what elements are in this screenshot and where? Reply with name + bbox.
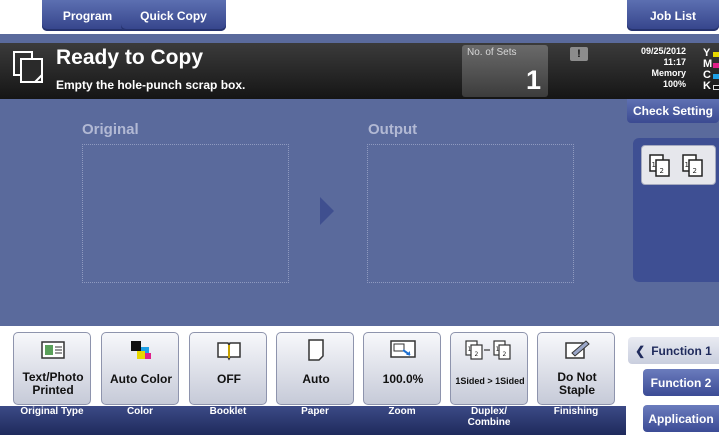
number-of-sets-value: 1 [525, 65, 541, 95]
booklet-value: OFF [217, 372, 241, 386]
quick-copy-tab[interactable]: Quick Copy [121, 0, 226, 31]
arrow-right-icon [320, 197, 334, 225]
toner-black-bar [713, 85, 719, 90]
zoom-caption: Zoom [388, 406, 416, 417]
original-type-value: Text/Photo Printed [22, 370, 84, 397]
original-type-button[interactable]: Text/Photo Printed [13, 332, 91, 405]
function-1-button[interactable]: ❮ Function 1 [628, 337, 719, 364]
copy-icon [13, 51, 43, 83]
status-message: Empty the hole-punch scrap box. [56, 78, 246, 92]
original-preview-box [82, 144, 289, 283]
device-info-panel: 09/25/2012 11:17 Memory 100% Y M C K [626, 43, 719, 99]
duplex-indicator[interactable]: 1 2 1 2 [641, 145, 716, 185]
svg-text:1: 1 [685, 161, 689, 169]
program-tab[interactable]: Program [42, 0, 133, 31]
chevron-left-icon: ❮ [635, 343, 646, 358]
paper-value: Auto [302, 372, 330, 386]
status-title: Ready to Copy [56, 46, 204, 69]
original-type-caption: Original Type [20, 406, 84, 417]
toner-yellow-bar [713, 52, 719, 57]
zoom-value: 100.0% [382, 372, 424, 386]
time-readout: 11:17 [663, 57, 686, 67]
svg-text:1: 1 [468, 346, 472, 353]
duplex-icon: 1 2 1 2 [465, 340, 511, 360]
svg-text:2: 2 [660, 167, 664, 175]
alert-icon[interactable]: ! [570, 47, 588, 61]
paper-button[interactable]: Auto [276, 332, 354, 405]
toner-magenta-bar [713, 63, 719, 68]
booklet-caption: Booklet [209, 406, 247, 417]
toner-black-label: K [703, 80, 711, 92]
memory-label: Memory [651, 68, 686, 78]
booklet-button[interactable]: OFF [189, 332, 267, 405]
copy-screen: Program Quick Copy Job List Ready to Cop… [0, 0, 719, 435]
color-icon [131, 341, 151, 359]
paper-caption: Paper [301, 406, 329, 417]
date-readout: 09/25/2012 [640, 46, 686, 56]
svg-text:2: 2 [693, 167, 697, 175]
zoom-icon [390, 340, 416, 358]
original-type-icon [41, 341, 65, 359]
booklet-icon [217, 342, 241, 361]
memory-value: 100% [662, 79, 686, 89]
finishing-value: Do Not Staple [557, 370, 597, 397]
top-bar: Program Quick Copy Job List [0, 0, 719, 34]
svg-text:2: 2 [475, 351, 479, 358]
toner-cyan-bar [713, 74, 719, 79]
svg-text:1: 1 [496, 346, 500, 353]
function-1-label: Function 1 [651, 343, 712, 358]
application-button[interactable]: Application [643, 405, 719, 432]
duplex-combine-caption: Duplex/ Combine [467, 406, 511, 428]
color-value: Auto Color [110, 372, 172, 386]
job-list-tab[interactable]: Job List [627, 0, 719, 31]
svg-text:2: 2 [503, 351, 507, 358]
color-caption: Color [126, 406, 154, 417]
duplex-combine-value: 1Sided > 1Sided [455, 376, 525, 386]
duplex-combine-button[interactable]: 1 2 1 2 1Sided > 1Sided [450, 332, 528, 405]
output-preview-box [367, 144, 574, 283]
function-2-button[interactable]: Function 2 [643, 369, 719, 396]
output-setting-panel: 1 2 1 2 [633, 138, 719, 282]
zoom-button[interactable]: 100.0% [363, 332, 441, 405]
finishing-caption: Finishing [553, 406, 599, 417]
duplex-pages-icon: 1 2 1 2 [649, 154, 703, 177]
check-setting-button[interactable]: Check Setting [627, 99, 719, 123]
finishing-icon [565, 340, 590, 359]
svg-text:1: 1 [652, 161, 656, 169]
number-of-sets-box[interactable]: No. of Sets 1 [462, 45, 548, 97]
original-label: Original [82, 121, 139, 138]
finishing-button[interactable]: Do Not Staple [537, 332, 615, 405]
color-button[interactable]: Auto Color [101, 332, 179, 405]
number-of-sets-label: No. of Sets [467, 47, 517, 58]
paper-icon [308, 339, 324, 361]
output-label: Output [368, 121, 418, 138]
status-bar: Ready to Copy Empty the hole-punch scrap… [0, 43, 626, 99]
